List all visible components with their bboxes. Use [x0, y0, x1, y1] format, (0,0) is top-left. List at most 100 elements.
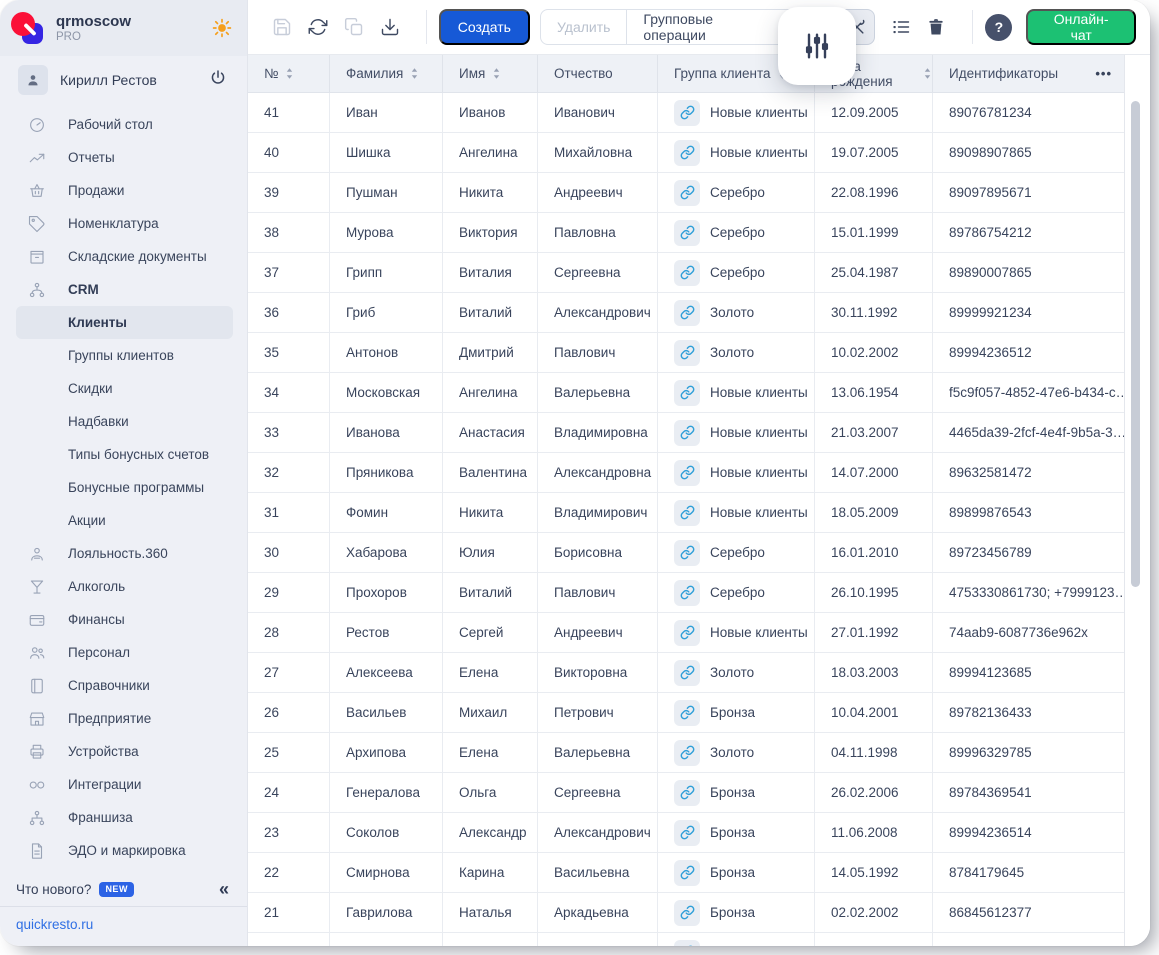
sidebar-item-bonus-programs[interactable]: Бонусные программы: [16, 471, 233, 504]
client-group-link-chip[interactable]: [674, 300, 700, 326]
table-row[interactable]: 35АнтоновДмитрийПавловичЗолото10.02.2002…: [248, 333, 1124, 373]
sidebar-item-sales[interactable]: Продажи: [16, 174, 233, 207]
table-row[interactable]: 31ФоминНикитаВладимировичНовые клиенты18…: [248, 493, 1124, 533]
table-row[interactable]: 40ШишкаАнгелинаМихайловнаНовые клиенты19…: [248, 133, 1124, 173]
sidebar-item-promotions[interactable]: Акции: [16, 504, 233, 537]
column-header-first[interactable]: Имя: [443, 55, 538, 92]
sidebar-item-surcharges[interactable]: Надбавки: [16, 405, 233, 438]
help-button[interactable]: ?: [985, 14, 1012, 41]
sidebar-item-reports[interactable]: Отчеты: [16, 141, 233, 174]
cell-identifiers: 74aab9-6087736e962x: [933, 613, 1124, 652]
sidebar-item-directories[interactable]: Справочники: [16, 669, 233, 702]
sidebar-item-loyalty-360[interactable]: Лояльность.360: [16, 537, 233, 570]
client-group-link-chip[interactable]: [674, 220, 700, 246]
list-view-button[interactable]: [889, 15, 913, 39]
client-group-label: Серебро: [710, 545, 765, 560]
table-row[interactable]: 28РестовСергейАндреевичНовые клиенты27.0…: [248, 613, 1124, 653]
table-row[interactable]: 24ГенераловаОльгаСергеевнаБронза26.02.20…: [248, 773, 1124, 813]
download-button[interactable]: [378, 15, 402, 39]
table-row[interactable]: 25АрхиповаЕленаВалерьевнаЗолото04.11.199…: [248, 733, 1124, 773]
client-group-link-chip[interactable]: [674, 500, 700, 526]
sidebar-item-crm[interactable]: CRM: [16, 273, 233, 306]
table-row[interactable]: 39ПушманНикитаАндреевичСеребро22.08.1996…: [248, 173, 1124, 213]
client-group-link-chip[interactable]: [674, 460, 700, 486]
sidebar-item-alcohol[interactable]: Алкоголь: [16, 570, 233, 603]
client-group-link-chip[interactable]: [674, 380, 700, 406]
sidebar-item-nomenclature[interactable]: Номенклатура: [16, 207, 233, 240]
online-chat-button[interactable]: Онлайн-чат: [1026, 9, 1136, 45]
table-row[interactable]: 30ХабароваЮлияБорисовнаСеребро16.01.2010…: [248, 533, 1124, 573]
column-header-last[interactable]: Фамилия: [330, 55, 443, 92]
client-group-link-chip[interactable]: [674, 700, 700, 726]
client-group-link-chip[interactable]: [674, 780, 700, 806]
sidebar-item-enterprise[interactable]: Предприятие: [16, 702, 233, 735]
sidebar-item-warehouse-docs[interactable]: Складские документы: [16, 240, 233, 273]
collapse-sidebar-button[interactable]: «: [219, 880, 229, 898]
sidebar-item-staff[interactable]: Персонал: [16, 636, 233, 669]
save-button[interactable]: [270, 15, 294, 39]
client-group-link-chip[interactable]: [674, 140, 700, 166]
client-group-link-chip[interactable]: [674, 660, 700, 686]
table-row[interactable]: 32ПряниковаВалентинаАлександровнаНовые к…: [248, 453, 1124, 493]
client-group-link-chip[interactable]: [674, 340, 700, 366]
trash-button[interactable]: [925, 15, 949, 39]
table-row[interactable]: 38МуроваВикторияПавловнаСеребро15.01.199…: [248, 213, 1124, 253]
whats-new-link[interactable]: Что нового?: [16, 882, 91, 897]
delete-button[interactable]: Удалить: [541, 10, 626, 44]
client-group-link-chip[interactable]: [674, 900, 700, 926]
client-group-link-chip[interactable]: [674, 180, 700, 206]
sidebar-item-client-groups[interactable]: Группы клиентов: [16, 339, 233, 372]
table-row[interactable]: 23СоколовАлександрАлександровичБронза11.…: [248, 813, 1124, 853]
sidebar-item-desktop[interactable]: Рабочий стол: [16, 108, 233, 141]
scrollbar-thumb[interactable]: [1131, 101, 1140, 587]
client-group-link-chip[interactable]: [674, 860, 700, 886]
vertical-scrollbar: [1124, 55, 1150, 946]
column-settings-drag-card[interactable]: [778, 7, 856, 85]
client-group-link-chip[interactable]: [674, 940, 700, 947]
table-row-partial[interactable]: [248, 933, 1124, 946]
copy-button[interactable]: [342, 15, 366, 39]
cell-identifiers: f5c9f057-4852-47e6-b434-c…: [933, 373, 1124, 412]
client-group-link-chip[interactable]: [674, 580, 700, 606]
sidebar-item-franchise[interactable]: Франшиза: [16, 801, 233, 834]
table-row[interactable]: 26ВасильевМихаилПетровичБронза10.04.2001…: [248, 693, 1124, 733]
quickresto-site-link[interactable]: quickresto.ru: [16, 917, 93, 932]
table-row[interactable]: 29ПрохоровВиталийПавловичСеребро26.10.19…: [248, 573, 1124, 613]
last-name: Гаврилова: [346, 905, 412, 920]
sidebar-item-finance[interactable]: Финансы: [16, 603, 233, 636]
client-group-link-chip[interactable]: [674, 540, 700, 566]
table-row[interactable]: 22СмирноваКаринаВасильевнаБронза14.05.19…: [248, 853, 1124, 893]
client-group-link-chip[interactable]: [674, 820, 700, 846]
create-button[interactable]: Создать: [439, 9, 530, 45]
birth-date: 14.07.2000: [831, 465, 899, 480]
table-row[interactable]: 34МосковскаяАнгелинаВалерьевнаНовые клие…: [248, 373, 1124, 413]
cell-birth-date: 14.05.1992: [815, 853, 933, 892]
sidebar-item-discounts[interactable]: Скидки: [16, 372, 233, 405]
table-row[interactable]: 41ИванИвановИвановичНовые клиенты12.09.2…: [248, 93, 1124, 133]
table-row[interactable]: 27АлексееваЕленаВикторовнаЗолото18.03.20…: [248, 653, 1124, 693]
link-icon: [680, 825, 695, 840]
table-row[interactable]: 33ИвановаАнастасияВладимировнаНовые клие…: [248, 413, 1124, 453]
logout-power-icon[interactable]: [209, 69, 227, 92]
table-row[interactable]: 37ГриппВиталияСергеевнаСеребро25.04.1987…: [248, 253, 1124, 293]
sidebar-item-devices[interactable]: Устройства: [16, 735, 233, 768]
sidebar-item-edo[interactable]: ЭДО и маркировка: [16, 834, 233, 867]
client-group-link-chip[interactable]: [674, 260, 700, 286]
more-columns-button[interactable]: •••: [1095, 66, 1112, 81]
client-group-link-chip[interactable]: [674, 100, 700, 126]
theme-toggle-sun-icon[interactable]: [211, 17, 233, 39]
sidebar-item-label: Персонал: [68, 645, 130, 660]
sidebar-item-bonus-account-types[interactable]: Типы бонусных счетов: [16, 438, 233, 471]
first-name: Александр: [459, 825, 527, 840]
client-group-link-chip[interactable]: [674, 740, 700, 766]
middle-name: Павлович: [554, 345, 615, 360]
refresh-button[interactable]: [306, 15, 330, 39]
table-row[interactable]: 21ГавриловаНатальяАркадьевнаБронза02.02.…: [248, 893, 1124, 933]
column-header-num[interactable]: №: [248, 55, 330, 92]
sidebar-item-clients[interactable]: Клиенты: [16, 306, 233, 339]
client-group-link-chip[interactable]: [674, 420, 700, 446]
middle-name: Павлович: [554, 585, 615, 600]
sidebar-item-integrations[interactable]: Интеграции: [16, 768, 233, 801]
client-group-link-chip[interactable]: [674, 620, 700, 646]
table-row[interactable]: 36ГрибВиталийАлександровичЗолото30.11.19…: [248, 293, 1124, 333]
